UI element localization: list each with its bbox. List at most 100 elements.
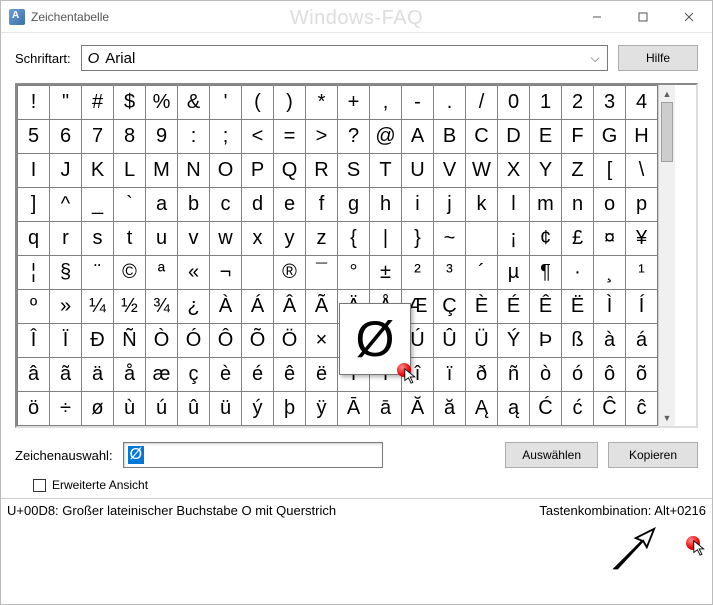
character-cell[interactable]: ¼: [82, 290, 114, 324]
character-cell[interactable]: U: [402, 154, 434, 188]
character-cell[interactable]: :: [178, 120, 210, 154]
character-cell[interactable]: m: [530, 188, 562, 222]
character-cell[interactable]: 7: [82, 120, 114, 154]
character-cell[interactable]: á: [626, 324, 658, 358]
character-cell[interactable]: Í: [626, 290, 658, 324]
character-cell[interactable]: E: [530, 120, 562, 154]
character-cell[interactable]: è: [210, 358, 242, 392]
character-cell[interactable]: P: [242, 154, 274, 188]
character-cell[interactable]: Ö: [274, 324, 306, 358]
character-cell[interactable]: ·: [562, 256, 594, 290]
font-dropdown[interactable]: O Arial ⌵: [81, 45, 608, 71]
character-cell[interactable]: D: [498, 120, 530, 154]
character-cell[interactable]: ]: [18, 188, 50, 222]
character-cell[interactable]: ą: [498, 392, 530, 426]
character-cell[interactable]: Ć: [530, 392, 562, 426]
character-cell[interactable]: Ã: [306, 290, 338, 324]
character-cell[interactable]: i: [402, 188, 434, 222]
character-cell[interactable]: ć: [562, 392, 594, 426]
selection-input[interactable]: Ø: [123, 442, 383, 468]
character-cell[interactable]: ±: [370, 256, 402, 290]
character-cell[interactable]: A: [402, 120, 434, 154]
character-cell[interactable]: ¢: [530, 222, 562, 256]
advanced-checkbox[interactable]: [33, 479, 46, 492]
character-cell[interactable]: ®: [274, 256, 306, 290]
character-cell[interactable]: ×: [306, 324, 338, 358]
character-cell[interactable]: [242, 256, 274, 290]
character-cell[interactable]: ,: [370, 86, 402, 120]
character-cell[interactable]: ï: [434, 358, 466, 392]
character-cell[interactable]: ?: [338, 120, 370, 154]
character-cell[interactable]: Ê: [530, 290, 562, 324]
select-button[interactable]: Auswählen: [505, 442, 598, 468]
character-cell[interactable]: d: [242, 188, 274, 222]
character-cell[interactable]: B: [434, 120, 466, 154]
character-cell[interactable]: l: [498, 188, 530, 222]
character-cell[interactable]: Ý: [498, 324, 530, 358]
character-cell[interactable]: s: [82, 222, 114, 256]
character-cell[interactable]: Y: [530, 154, 562, 188]
character-cell[interactable]: _: [82, 188, 114, 222]
character-cell[interactable]: ú: [146, 392, 178, 426]
character-cell[interactable]: 8: [114, 120, 146, 154]
character-cell[interactable]: @: [370, 120, 402, 154]
character-cell[interactable]: Þ: [530, 324, 562, 358]
copy-button[interactable]: Kopieren: [608, 442, 698, 468]
scroll-thumb[interactable]: [661, 102, 673, 162]
character-cell[interactable]: Ó: [178, 324, 210, 358]
character-cell[interactable]: [466, 222, 498, 256]
character-cell[interactable]: n: [562, 188, 594, 222]
character-cell[interactable]: >: [306, 120, 338, 154]
character-cell[interactable]: y: [274, 222, 306, 256]
character-cell[interactable]: È: [466, 290, 498, 324]
character-cell[interactable]: `: [114, 188, 146, 222]
character-cell[interactable]: u: [146, 222, 178, 256]
scrollbar[interactable]: ▲ ▼: [658, 85, 675, 426]
character-cell[interactable]: Z: [562, 154, 594, 188]
character-cell[interactable]: 1: [530, 86, 562, 120]
character-cell[interactable]: Â: [274, 290, 306, 324]
character-cell[interactable]: Q: [274, 154, 306, 188]
character-cell[interactable]: f: [306, 188, 338, 222]
character-cell[interactable]: »: [50, 290, 82, 324]
character-cell[interactable]: Ð: [82, 324, 114, 358]
character-cell[interactable]: C: [466, 120, 498, 154]
character-cell[interactable]: I: [18, 154, 50, 188]
character-cell[interactable]: ¤: [594, 222, 626, 256]
character-cell[interactable]: ¡: [498, 222, 530, 256]
character-cell[interactable]: ¯: [306, 256, 338, 290]
character-cell[interactable]: o: [594, 188, 626, 222]
character-cell[interactable]: K: [82, 154, 114, 188]
character-cell[interactable]: É: [498, 290, 530, 324]
character-cell[interactable]: û: [178, 392, 210, 426]
character-cell[interactable]: S: [338, 154, 370, 188]
character-cell[interactable]: æ: [146, 358, 178, 392]
character-cell[interactable]: ~: [434, 222, 466, 256]
character-cell[interactable]: ð: [466, 358, 498, 392]
character-cell[interactable]: ô: [594, 358, 626, 392]
character-cell[interactable]: ¶: [530, 256, 562, 290]
character-cell[interactable]: ó: [562, 358, 594, 392]
character-cell[interactable]: G: [594, 120, 626, 154]
character-cell[interactable]: ë: [306, 358, 338, 392]
character-cell[interactable]: ): [274, 86, 306, 120]
character-cell[interactable]: T: [370, 154, 402, 188]
character-cell[interactable]: k: [466, 188, 498, 222]
character-cell[interactable]: Ĉ: [594, 392, 626, 426]
character-cell[interactable]: ^: [50, 188, 82, 222]
character-cell[interactable]: ;: [210, 120, 242, 154]
character-cell[interactable]: 2: [562, 86, 594, 120]
character-cell[interactable]: .: [434, 86, 466, 120]
scroll-up-button[interactable]: ▲: [659, 85, 675, 102]
character-cell[interactable]: µ: [498, 256, 530, 290]
character-cell[interactable]: }: [402, 222, 434, 256]
character-cell[interactable]: ¹: [626, 256, 658, 290]
character-cell[interactable]: c: [210, 188, 242, 222]
character-cell[interactable]: ß: [562, 324, 594, 358]
maximize-button[interactable]: [620, 1, 666, 32]
character-cell[interactable]: §: [50, 256, 82, 290]
character-cell[interactable]: &: [178, 86, 210, 120]
character-cell[interactable]: ½: [114, 290, 146, 324]
character-cell[interactable]: õ: [626, 358, 658, 392]
character-cell[interactable]: [: [594, 154, 626, 188]
